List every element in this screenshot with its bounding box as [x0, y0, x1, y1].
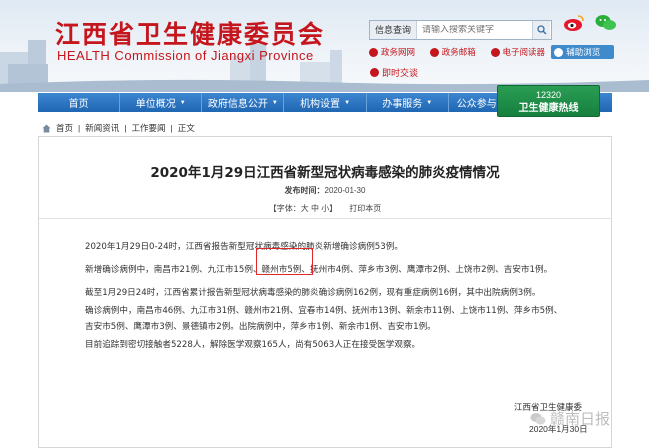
article-title: 2020年1月29日江西省新型冠状病毒感染的肺炎疫情情况 — [150, 165, 500, 181]
breadcrumb-work-news[interactable]: 工作要闻 — [131, 122, 165, 134]
paragraph-5: 目前追踪到密切接触者5228人，解除医学观察165人，尚有5063人正在接受医学… — [85, 340, 421, 350]
breadcrumb-separator: | — [78, 123, 81, 133]
weibo-button[interactable] — [563, 14, 585, 32]
breadcrumb-news[interactable]: 新闻资讯 — [85, 122, 119, 134]
caret-down-icon: ▼ — [344, 99, 351, 106]
paragraph-4b: 吉安市5例、鹰潭市3例、景德镇市2例。出院病例中，萍乡市1例、新余市1例、吉安市… — [85, 322, 436, 332]
breadcrumb-current: 正文 — [177, 123, 195, 133]
nav-label: 机构设置 — [300, 99, 341, 110]
quicklink-e-reader[interactable]: 电子阅读器 — [490, 45, 548, 59]
wechat-icon — [595, 15, 616, 30]
nav-item-home[interactable]: 首页 — [38, 93, 121, 112]
quicklink-label: 政务邮箱 — [441, 47, 476, 57]
article-meta: 发布时间：2020-01-30 — [39, 185, 611, 196]
search-button[interactable] — [532, 21, 551, 39]
nav-label: 公众参与 — [456, 99, 497, 110]
nav-label: 政府信息公开 — [207, 99, 268, 110]
divider — [39, 218, 611, 219]
nav-label: 单位概况 — [135, 99, 176, 110]
quicklink-gov-mail[interactable]: 政务邮箱 — [429, 45, 487, 59]
quicklink-accessibility[interactable]: 辅助浏览 — [551, 45, 614, 59]
caret-down-icon: ▼ — [426, 99, 433, 106]
hotline-number: 12320 — [535, 90, 562, 100]
site-header: 江西省卫生健康委员会 HEALTH Commission of Jiangxi … — [0, 0, 649, 92]
print-link[interactable]: 打印本页 — [349, 204, 381, 213]
paragraph-1: 2020年1月29日0-24时，江西省报告新型冠状病毒感染的肺炎新增确诊病例53… — [85, 242, 403, 252]
hotline-label: 卫生健康热线 — [518, 103, 579, 114]
breadcrumb-separator: | — [170, 123, 173, 133]
site-title-cn: 江西省卫生健康委员会 — [55, 20, 326, 49]
nav-item-institutions[interactable]: 机构设置 ▼ — [284, 93, 367, 112]
hotline-button[interactable]: 12320 卫生健康热线 — [497, 85, 600, 117]
quicklink-label: 辅助浏览 — [566, 47, 601, 57]
breadcrumb-home[interactable]: 首页 — [56, 122, 73, 134]
nav-item-overview[interactable]: 单位概况 ▼ — [120, 93, 203, 112]
mail-icon — [429, 47, 439, 57]
publish-date-label: 发布时间： — [284, 186, 325, 195]
article-panel: 2020年1月29日江西省新型冠状病毒感染的肺炎疫情情况 发布时间：2020-0… — [38, 136, 612, 448]
search-box: 信息查询 — [369, 20, 552, 40]
home-icon — [42, 124, 51, 132]
weibo-icon — [564, 15, 584, 31]
quick-links: 政务网网 政务邮箱 电子阅读器 辅助浏览 — [369, 45, 614, 61]
chat-icon — [370, 68, 379, 77]
search-label: 信息查询 — [370, 21, 418, 39]
font-size-selector[interactable]: 【字体：大 中 小】 — [269, 204, 337, 213]
quicklink-label: 电子阅读器 — [502, 47, 546, 57]
watermark: 赣南日报 — [530, 408, 610, 429]
publish-date: 2020-01-30 — [324, 186, 366, 195]
nav-label: 首页 — [68, 99, 89, 110]
nav-label: 办事服务 — [382, 99, 423, 110]
paragraph-4a: 确诊病例中，南昌市46例、九江市31例、赣州市21例、宜春市14例、抚州市13例… — [85, 306, 563, 316]
breadcrumb: 首页 | 新闻资讯 | 工作要闻 | 正文 — [42, 122, 195, 134]
reader-icon — [490, 47, 500, 57]
quicklink-gov-network[interactable]: 政务网网 — [369, 45, 426, 59]
quicklink-label: 政务网网 — [381, 47, 416, 57]
watermark-text: 赣南日报 — [550, 410, 611, 428]
nav-item-services[interactable]: 办事服务 ▼ — [367, 93, 449, 112]
wechat-button[interactable] — [595, 14, 617, 32]
chat-label: 即时交谈 — [382, 68, 419, 78]
caret-down-icon: ▼ — [271, 99, 278, 106]
wechat-bubble-icon — [530, 412, 546, 424]
highlight-box — [256, 248, 313, 275]
paragraph-2: 新增确诊病例中，南昌市21例、九江市15例、赣州市5例、抚州市4例、萍乡市3例、… — [85, 265, 553, 275]
paragraph-3: 截至1月29日24时，江西省累计报告新型冠状病毒感染的肺炎确诊病例162例，现有… — [85, 288, 541, 298]
search-icon — [536, 25, 547, 35]
font-controls: 【字体：大 中 小】 打印本页 — [39, 203, 611, 214]
search-input[interactable] — [422, 25, 533, 35]
caret-down-icon: ▼ — [179, 99, 186, 106]
chat-link[interactable]: 即时交谈 — [370, 66, 418, 79]
accessibility-icon — [554, 47, 564, 57]
nav-item-gov-info[interactable]: 政府信息公开 ▼ — [202, 93, 285, 112]
breadcrumb-separator: | — [124, 123, 127, 133]
site-title-en: HEALTH Commission of Jiangxi Province — [57, 48, 314, 63]
globe-icon — [369, 47, 378, 57]
